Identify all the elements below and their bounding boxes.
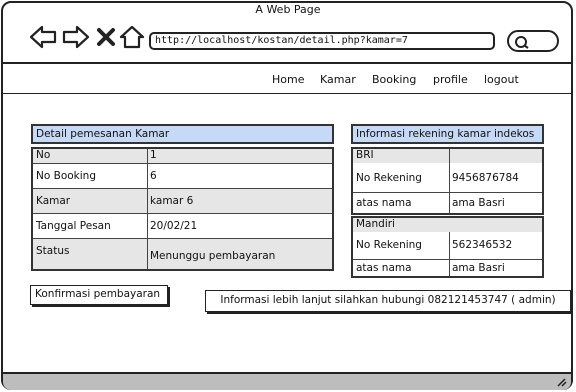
right-arrow-icon[interactable] [62,24,90,50]
account-label: No Rekening [356,239,422,251]
holder-name: ama Basri [452,262,505,274]
table-row: atas nama ama Basri [353,193,542,213]
holder-label: atas nama [356,262,412,274]
row-value: Menunggu pembayaran [150,250,276,262]
table-row: atas nama ama Basri [353,260,542,276]
status-bar [3,372,571,390]
bank-bri-panel: BRI No Rekening 9456876784 atas nama ama… [351,147,544,215]
bank-name-row: Mandiri [353,218,542,232]
bank-name-row: BRI [353,149,542,163]
header-divider [3,62,573,64]
row-value: 20/02/21 [150,220,198,232]
row-label: Status [36,245,70,257]
rekening-panel-title: Informasi rekening kamar indekos [351,124,544,144]
table-row: Kamar kamar 6 [33,189,332,213]
column-divider [449,232,450,276]
url-bar[interactable]: http://localhost/kostan/detail.php?kamar… [149,32,495,50]
column-divider [147,149,148,269]
menu-profile[interactable]: profile [433,73,468,86]
row-label: No [36,149,51,161]
account-number: 562346532 [452,239,513,251]
table-row: No 1 [33,149,332,163]
contact-info-box: Informasi lebih lanjut silahkan hubungi … [205,290,571,312]
menu-booking[interactable]: Booking [372,73,416,86]
search-button[interactable] [507,30,559,52]
row-value: 1 [150,149,157,161]
menu-kamar[interactable]: Kamar [320,73,356,86]
bank-name: Mandiri [356,218,395,230]
menu-logout[interactable]: logout [484,73,519,86]
table-row: Tanggal Pesan 20/02/21 [33,214,332,238]
table-row: No Rekening 562346532 [353,232,542,259]
column-divider [449,149,450,213]
bank-mandiri-panel: Mandiri No Rekening 562346532 atas nama … [351,216,544,278]
booking-panel: No 1 No Booking 6 Kamar kamar 6 Tanggal … [31,147,334,271]
account-label: No Rekening [356,172,422,184]
bank-name: BRI [356,149,374,161]
table-row: No Rekening 9456876784 [353,164,542,192]
confirm-payment-button[interactable]: Konfirmasi pembayaran [30,285,168,305]
window-title: A Web Page [255,3,321,16]
resize-grip-icon[interactable] [555,375,567,387]
row-label: Tanggal Pesan [36,220,111,232]
row-label: Kamar [36,195,71,207]
booking-panel-title: Detail pemesanan Kamar [31,124,334,144]
menu-home[interactable]: Home [272,73,304,86]
holder-name: ama Basri [452,197,505,209]
holder-label: atas nama [356,197,412,209]
home-icon[interactable] [119,24,145,50]
row-value: kamar 6 [150,195,194,207]
table-row: Status Menunggu pembayaran [33,239,332,269]
account-number: 9456876784 [452,172,519,184]
menu-divider [3,93,573,94]
close-icon[interactable] [95,24,117,50]
left-arrow-icon[interactable] [29,24,57,50]
row-value: 6 [150,170,157,182]
search-icon [515,36,529,49]
row-label: No Booking [36,170,96,182]
table-row: No Booking 6 [33,164,332,188]
